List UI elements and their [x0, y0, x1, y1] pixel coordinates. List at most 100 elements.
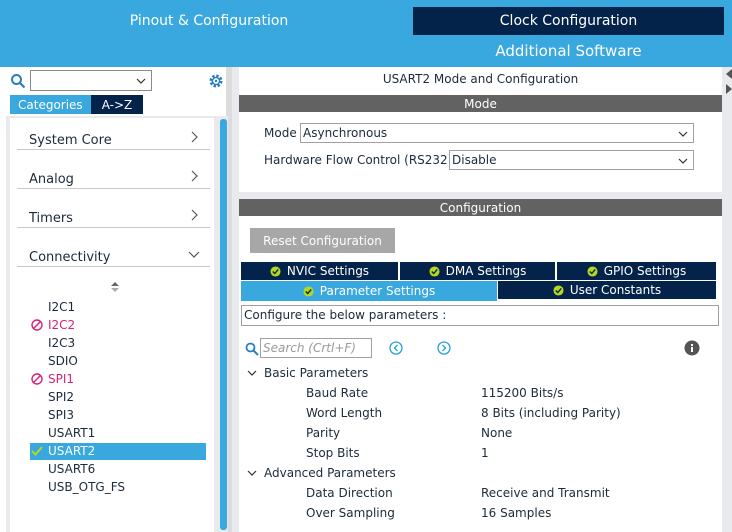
tab-additional-software[interactable]: Additional Software — [413, 37, 724, 65]
peripheral-spi1[interactable]: SPI1 — [30, 371, 206, 388]
peripheral-i2c3[interactable]: I2C3 — [30, 335, 206, 352]
chevron-right-icon — [191, 131, 198, 143]
param-name: Parity — [306, 426, 341, 440]
peripheral-usart6[interactable]: USART6 — [30, 461, 206, 478]
peripheral-search-combo[interactable] — [30, 70, 152, 91]
param-name: Over Sampling — [306, 506, 395, 520]
peripheral-usb-otg-fs[interactable]: USB_OTG_FS — [30, 479, 206, 496]
category-system-core[interactable]: System Core — [17, 124, 210, 150]
peripheral-sdio[interactable]: SDIO — [30, 353, 206, 370]
info-icon[interactable] — [684, 340, 700, 356]
category-tree-container: System Core Analog Timers Connectivity I… — [6, 116, 228, 532]
peripheral-i2c1[interactable]: I2C1 — [30, 299, 206, 316]
collapse-arrows-icon[interactable] — [724, 67, 732, 97]
peripheral-usart2[interactable]: USART2 — [30, 443, 206, 460]
peripheral-spi3[interactable]: SPI3 — [30, 407, 206, 424]
chevron-right-icon — [191, 170, 198, 182]
tab-label: User Constants — [569, 283, 662, 297]
tab-pinout-configuration[interactable]: Pinout & Configuration — [6, 7, 412, 35]
peripheral-label: SPI2 — [48, 390, 75, 404]
checkmark-icon — [31, 446, 43, 456]
chevron-down-icon — [678, 158, 688, 164]
peripheral-label: I2C2 — [48, 318, 76, 332]
search-icon — [245, 342, 259, 356]
peripheral-label: USART1 — [48, 426, 96, 440]
disabled-icon — [31, 373, 43, 385]
mode-section-header: Mode — [239, 95, 722, 112]
category-view-tabs: Categories A->Z — [10, 95, 144, 114]
check-circle-icon — [303, 285, 314, 297]
param-value: Receive and Transmit — [481, 486, 610, 500]
search-row — [10, 70, 226, 92]
tab-label: NVIC Settings — [286, 264, 370, 278]
param-name: Stop Bits — [306, 446, 360, 460]
flow-control-value: Disable — [452, 153, 497, 167]
param-name: Data Direction — [306, 486, 393, 500]
peripheral-spi2[interactable]: SPI2 — [30, 389, 206, 406]
tab-categories[interactable]: Categories — [10, 95, 91, 114]
peripheral-label: SDIO — [48, 354, 78, 368]
param-stop-bits[interactable]: Stop Bits 1 — [306, 445, 706, 463]
panel-title: USART2 Mode and Configuration — [382, 72, 579, 86]
group-advanced-parameters[interactable]: Advanced Parameters — [247, 465, 447, 483]
tab-user-constants[interactable]: User Constants — [498, 281, 716, 299]
param-baud-rate[interactable]: Baud Rate 115200 Bits/s — [306, 385, 706, 403]
top-tab-bar: Pinout & Configuration Clock Configurati… — [0, 0, 732, 67]
param-over-sampling[interactable]: Over Sampling 16 Samples — [306, 505, 706, 523]
tab-label: GPIO Settings — [603, 264, 687, 278]
category-connectivity[interactable]: Connectivity — [17, 241, 210, 267]
category-label: System Core — [29, 133, 112, 148]
tab-nvic-settings[interactable]: NVIC Settings — [241, 262, 398, 280]
param-value: None — [481, 426, 513, 440]
peripheral-label: USART2 — [48, 444, 96, 458]
tab-a-to-z[interactable]: A->Z — [90, 95, 144, 114]
tab-dma-settings[interactable]: DMA Settings — [400, 262, 555, 280]
check-circle-icon — [587, 265, 598, 277]
chevron-down-icon — [136, 78, 146, 84]
tab-gpio-settings[interactable]: GPIO Settings — [557, 262, 716, 280]
tab-label: DMA Settings — [445, 264, 527, 278]
peripheral-i2c2[interactable]: I2C2 — [30, 317, 206, 334]
category-label: Connectivity — [29, 250, 111, 265]
param-name: Word Length — [306, 406, 383, 420]
peripheral-label: SPI1 — [48, 372, 75, 386]
mode-select[interactable]: Asynchronous — [300, 123, 694, 143]
disabled-icon — [31, 319, 43, 331]
mode-box: USART2 Mode and Configuration Mode Mode … — [239, 67, 722, 192]
next-arrow-icon[interactable] — [437, 341, 451, 355]
chevron-right-icon — [191, 209, 198, 221]
param-name: Baud Rate — [306, 386, 369, 400]
peripheral-label: USART6 — [48, 462, 96, 476]
param-data-direction[interactable]: Data Direction Receive and Transmit — [306, 485, 706, 503]
group-label: Advanced Parameters — [264, 466, 396, 480]
chevron-down-icon — [188, 251, 200, 258]
parameters-hint: Configure the below parameters : — [241, 305, 719, 326]
category-timers[interactable]: Timers — [17, 202, 210, 228]
peripheral-usart1[interactable]: USART1 — [30, 425, 206, 442]
gear-icon[interactable] — [207, 72, 225, 90]
category-scrollbar[interactable] — [220, 119, 227, 530]
search-icon — [11, 74, 26, 89]
param-value: 8 Bits (including Parity) — [481, 406, 621, 420]
tab-clock-configuration[interactable]: Clock Configuration — [413, 7, 724, 35]
param-value: 1 — [481, 446, 489, 460]
mode-select-value: Asynchronous — [303, 126, 388, 140]
peripheral-label: I2C3 — [48, 336, 76, 350]
tab-label: Parameter Settings — [319, 284, 436, 298]
flow-control-select[interactable]: Disable — [449, 150, 694, 170]
tab-parameter-settings[interactable]: Parameter Settings — [241, 281, 497, 301]
sort-arrows-icon[interactable] — [110, 281, 120, 293]
param-parity[interactable]: Parity None — [306, 425, 706, 443]
category-analog[interactable]: Analog — [17, 163, 210, 189]
chevron-down-icon — [247, 370, 257, 376]
chevron-down-icon — [678, 131, 688, 137]
parameter-search-input[interactable]: Search (Crtl+F) — [260, 338, 372, 358]
param-word-length[interactable]: Word Length 8 Bits (including Parity) — [306, 405, 706, 423]
check-circle-icon — [553, 284, 564, 296]
flow-control-label: Hardware Flow Control (RS232) — [264, 153, 453, 167]
param-value: 115200 Bits/s — [481, 386, 564, 400]
mode-configuration-panel: USART2 Mode and Configuration Mode Mode … — [232, 67, 732, 532]
previous-arrow-icon[interactable] — [389, 341, 403, 355]
group-basic-parameters[interactable]: Basic Parameters — [247, 365, 447, 383]
reset-configuration-button[interactable]: Reset Configuration — [250, 228, 395, 253]
